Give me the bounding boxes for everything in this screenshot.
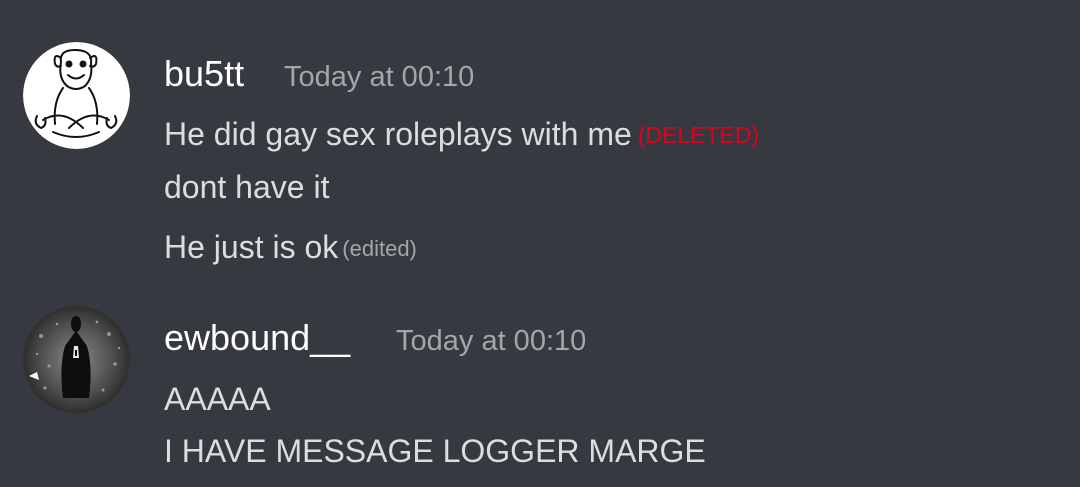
message-author[interactable]: ewbound__ — [164, 318, 350, 358]
dark-photo-avatar-icon — [23, 306, 130, 413]
message-line: I HAVE MESSAGE LOGGER MARGE — [164, 431, 706, 471]
message-text: AAAAA — [164, 381, 271, 417]
avatar[interactable] — [23, 306, 130, 413]
message-timestamp[interactable]: Today at 00:10 — [396, 325, 586, 357]
chat-messages: bu5tt Today at 00:10 He did gay sex role… — [0, 0, 1080, 487]
message-text: I HAVE MESSAGE LOGGER MARGE — [164, 433, 706, 469]
message-group: ewbound__ Today at 00:10 AAAAA I HAVE ME… — [0, 0, 1080, 487]
message-line: AAAAA — [164, 379, 271, 419]
